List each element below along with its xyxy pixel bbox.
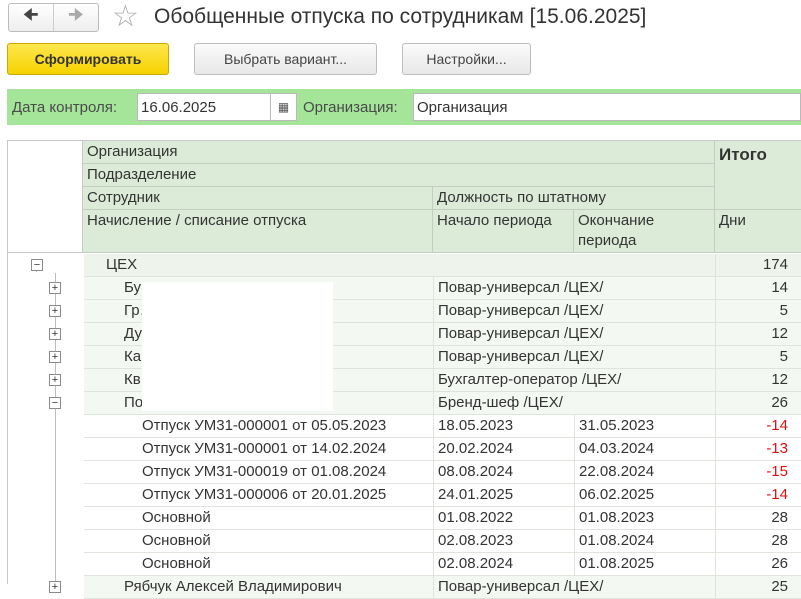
employee-days: 14 bbox=[716, 277, 801, 300]
expand-icon[interactable]: + bbox=[49, 374, 61, 386]
period-start: 02.08.2023 bbox=[434, 530, 575, 553]
detail-days: -13 bbox=[716, 438, 801, 461]
header-department: Подразделение bbox=[83, 164, 715, 187]
tree-gutter-header bbox=[8, 141, 83, 253]
report-table: Организация Подразделение Сотрудник Долж… bbox=[7, 140, 801, 599]
list-item[interactable]: Отпуск УМ31-000006 от 20.01.2025 24.01.2… bbox=[8, 484, 801, 507]
detail-days: 26 bbox=[716, 553, 801, 576]
organization-input[interactable]: Организация bbox=[413, 93, 801, 121]
collapse-icon[interactable]: − bbox=[31, 259, 43, 271]
period-end: 22.08.2024 bbox=[575, 461, 716, 484]
list-item[interactable]: Отпуск УМ31-000001 от 14.02.2024 20.02.2… bbox=[8, 438, 801, 461]
collapse-icon[interactable]: − bbox=[49, 397, 61, 409]
employee-position: Повар-универсал /ЦЕХ/ bbox=[434, 300, 716, 323]
select-variant-button[interactable]: Выбрать вариант... bbox=[194, 43, 377, 75]
header-total: Итого bbox=[715, 141, 801, 210]
calendar-icon[interactable]: ▦ bbox=[270, 93, 297, 121]
accrual-document: Основной bbox=[84, 553, 434, 576]
settings-button[interactable]: Настройки... bbox=[402, 43, 531, 75]
accrual-document: Отпуск УМ31-000006 от 20.01.2025 bbox=[84, 484, 434, 507]
table-row[interactable]: + Ка… …а Повар-универсал /ЦЕХ/ 5 bbox=[8, 346, 801, 369]
employee-position: Бренд-шеф /ЦЕХ/ bbox=[434, 392, 716, 415]
employee-position: Повар-универсал /ЦЕХ/ bbox=[434, 277, 716, 300]
period-end: 01.08.2025 bbox=[575, 553, 716, 576]
header-period-start: Начало периода bbox=[433, 210, 574, 253]
control-date-label: Дата контроля: bbox=[12, 99, 118, 116]
expand-icon[interactable]: + bbox=[49, 581, 61, 593]
header-accrual: Начисление / списание отпуска bbox=[83, 210, 433, 253]
generate-button[interactable]: Сформировать bbox=[7, 43, 169, 75]
star-icon[interactable]: ☆ bbox=[112, 0, 139, 34]
employee-days: 26 bbox=[716, 392, 801, 415]
detail-days: 28 bbox=[716, 530, 801, 553]
accrual-document: Отпуск УМ31-000001 от 14.02.2024 bbox=[84, 438, 434, 461]
detail-days: -14 bbox=[716, 484, 801, 507]
employee-days: 5 bbox=[716, 300, 801, 323]
detail-days: 28 bbox=[716, 507, 801, 530]
employee-days: 25 bbox=[716, 576, 801, 599]
list-item[interactable]: Основной 02.08.2023 01.08.2024 28 bbox=[8, 530, 801, 553]
header-employee: Сотрудник bbox=[83, 187, 433, 210]
table-row[interactable]: + Рябчук Алексей Владимирович Повар-унив… bbox=[8, 576, 801, 599]
detail-days: -14 bbox=[716, 415, 801, 438]
back-arrow-icon[interactable]: 🠈 bbox=[9, 4, 54, 31]
navigation-buttons: 🠈 🠊 bbox=[8, 3, 99, 32]
list-item[interactable]: Отпуск УМ31-000019 от 01.08.2024 08.08.2… bbox=[8, 461, 801, 484]
accrual-document: Основной bbox=[84, 507, 434, 530]
table-row[interactable]: + Гр… …вна Повар-универсал /ЦЕХ/ 5 bbox=[8, 300, 801, 323]
list-item[interactable]: Основной 01.08.2022 01.08.2023 28 bbox=[8, 507, 801, 530]
period-end: 31.05.2023 bbox=[575, 415, 716, 438]
employee-days: 12 bbox=[716, 323, 801, 346]
group-name: ЦЕХ bbox=[84, 254, 716, 277]
organization-label: Организация: bbox=[303, 99, 398, 116]
period-start: 01.08.2022 bbox=[434, 507, 575, 530]
period-start: 24.01.2025 bbox=[434, 484, 575, 507]
detail-days: -15 bbox=[716, 461, 801, 484]
employee-days: 5 bbox=[716, 346, 801, 369]
table-row[interactable]: + Бу… Мария Викторовна Повар-универсал /… bbox=[8, 277, 801, 300]
period-start: 02.08.2024 bbox=[434, 553, 575, 576]
forward-arrow-icon[interactable]: 🠊 bbox=[54, 4, 99, 31]
header-days: Дни bbox=[715, 210, 801, 253]
accrual-document: Отпуск УМ31-000001 от 05.05.2023 bbox=[84, 415, 434, 438]
period-end: 01.08.2023 bbox=[575, 507, 716, 530]
employee-days: 12 bbox=[716, 369, 801, 392]
expand-icon[interactable]: + bbox=[49, 351, 61, 363]
period-start: 20.02.2024 bbox=[434, 438, 575, 461]
accrual-document: Основной bbox=[84, 530, 434, 553]
filter-bar: Дата контроля: 16.06.2025 ▦ Организация:… bbox=[7, 89, 801, 125]
header-period-end: Окончание периода bbox=[574, 210, 715, 253]
header-position: Должность по штатному bbox=[433, 187, 715, 210]
period-start: 08.08.2024 bbox=[434, 461, 575, 484]
group-row[interactable]: − ЦЕХ 174 bbox=[8, 254, 801, 277]
period-end: 06.02.2025 bbox=[575, 484, 716, 507]
employee-position: Повар-универсал /ЦЕХ/ bbox=[434, 346, 716, 369]
employee-position: Повар-универсал /ЦЕХ/ bbox=[434, 576, 716, 599]
table-row[interactable]: + Ду… …евна Повар-универсал /ЦЕХ/ 12 bbox=[8, 323, 801, 346]
accrual-document: Отпуск УМ31-000019 от 01.08.2024 bbox=[84, 461, 434, 484]
page-title: Обобщенные отпуска по сотрудникам [15.06… bbox=[154, 5, 647, 28]
period-start: 18.05.2023 bbox=[434, 415, 575, 438]
group-days: 174 bbox=[716, 254, 801, 277]
period-end: 01.08.2024 bbox=[575, 530, 716, 553]
period-end: 04.03.2024 bbox=[575, 438, 716, 461]
expand-icon[interactable]: + bbox=[49, 282, 61, 294]
header-organization: Организация bbox=[83, 141, 715, 164]
list-item[interactable]: Основной 02.08.2024 01.08.2025 26 bbox=[8, 553, 801, 576]
employee-position: Бухгалтер-оператор /ЦЕХ/ bbox=[434, 369, 716, 392]
expand-icon[interactable]: + bbox=[49, 305, 61, 317]
table-row[interactable]: − По… Бренд-шеф /ЦЕХ/ 26 bbox=[8, 392, 801, 415]
expand-icon[interactable]: + bbox=[49, 328, 61, 340]
title-bar: 🠈 🠊 ☆ Обобщенные отпуска по сотрудникам … bbox=[0, 0, 801, 38]
table-row[interactable]: + Кв… …ровна Бухгалтер-оператор /ЦЕХ/ 12 bbox=[8, 369, 801, 392]
employee-name: Рябчук Алексей Владимирович bbox=[84, 576, 434, 599]
employee-position: Повар-универсал /ЦЕХ/ bbox=[434, 323, 716, 346]
redaction-box bbox=[142, 282, 333, 411]
list-item[interactable]: Отпуск УМ31-000001 от 05.05.2023 18.05.2… bbox=[8, 415, 801, 438]
control-date-input[interactable]: 16.06.2025 bbox=[137, 93, 271, 121]
